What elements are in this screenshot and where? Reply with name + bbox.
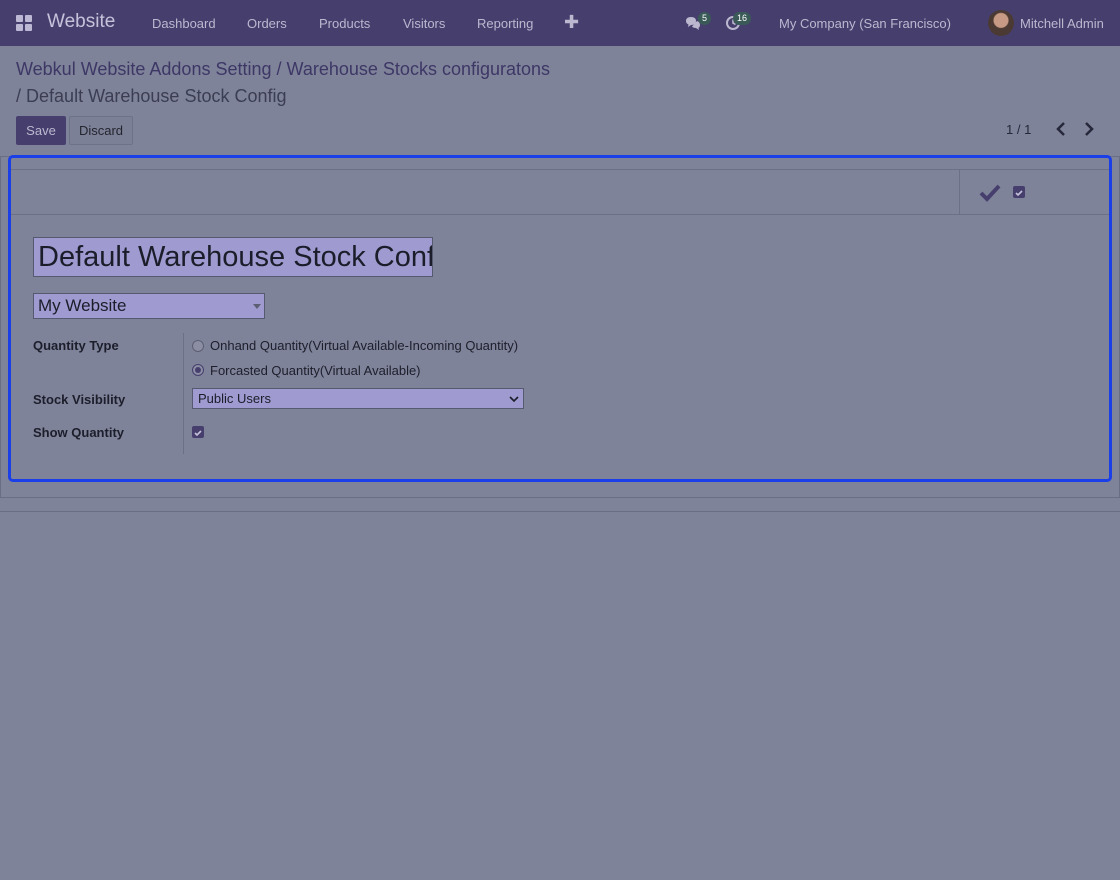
control-panel: Webkul Website Addons Setting / Warehous…: [0, 46, 1120, 156]
form-statusbar: [11, 169, 1109, 215]
breadcrumb-current: / Default Warehouse Stock Config: [16, 86, 287, 107]
top-navbar: Website Dashboard Orders Products Visito…: [0, 0, 1120, 46]
messages-badge: 5: [698, 12, 712, 25]
quantity-type-radio-onhand[interactable]: [192, 340, 204, 352]
plus-icon[interactable]: ✚: [564, 12, 579, 33]
checkmark-icon[interactable]: [979, 183, 1001, 203]
stock-visibility-label: Stock Visibility: [33, 392, 126, 407]
caret-down-icon: [253, 304, 261, 309]
save-button[interactable]: Save: [16, 116, 66, 145]
website-select-value: My Website: [38, 296, 127, 315]
quantity-type-radio-forcasted[interactable]: [192, 364, 204, 376]
divider: [183, 333, 184, 454]
discard-button[interactable]: Discard: [69, 116, 133, 145]
show-quantity-label: Show Quantity: [33, 425, 124, 440]
apps-menu-icon[interactable]: [16, 15, 32, 31]
show-quantity-checkbox[interactable]: [192, 426, 204, 438]
name-field[interactable]: Default Warehouse Stock Config: [33, 237, 433, 277]
company-switcher[interactable]: My Company (San Francisco): [779, 16, 951, 31]
menu-dashboard[interactable]: Dashboard: [152, 16, 216, 31]
breadcrumb: Webkul Website Addons Setting / Warehous…: [16, 59, 550, 80]
pager-value[interactable]: 1 / 1: [1006, 122, 1031, 137]
menu-products[interactable]: Products: [319, 16, 370, 31]
form-sheet: Default Warehouse Stock Config My Websit…: [8, 155, 1112, 482]
chevron-right-icon[interactable]: [1082, 120, 1096, 138]
app-brand[interactable]: Website: [47, 11, 115, 33]
check-icon: [194, 430, 202, 437]
check-icon: [1015, 190, 1023, 197]
activities-badge: 16: [733, 12, 752, 25]
chevron-down-icon: [509, 396, 519, 403]
stock-visibility-value: Public Users: [198, 391, 271, 406]
menu-reporting[interactable]: Reporting: [477, 16, 533, 31]
breadcrumb-item-warehouse-configs[interactable]: Warehouse Stocks configuratons: [287, 59, 550, 79]
user-menu[interactable]: Mitchell Admin: [1020, 16, 1104, 31]
active-checkbox[interactable]: [1013, 186, 1025, 198]
quantity-type-label: Quantity Type: [33, 338, 119, 353]
breadcrumb-current-label: Default Warehouse Stock Config: [26, 86, 287, 106]
breadcrumb-separator: /: [16, 86, 22, 106]
user-avatar[interactable]: [988, 10, 1014, 36]
website-select[interactable]: My Website: [33, 293, 265, 319]
menu-visitors[interactable]: Visitors: [403, 16, 445, 31]
menu-orders[interactable]: Orders: [247, 16, 287, 31]
stock-visibility-select[interactable]: Public Users: [192, 388, 524, 409]
breadcrumb-separator: /: [276, 59, 282, 79]
divider: [959, 170, 960, 214]
chevron-left-icon[interactable]: [1054, 120, 1068, 138]
divider: [0, 511, 1120, 512]
quantity-type-option-onhand[interactable]: Onhand Quantity(Virtual Available-Incomi…: [210, 338, 518, 353]
breadcrumb-item-addons-setting[interactable]: Webkul Website Addons Setting: [16, 59, 272, 79]
quantity-type-option-forcasted[interactable]: Forcasted Quantity(Virtual Available): [210, 363, 421, 378]
